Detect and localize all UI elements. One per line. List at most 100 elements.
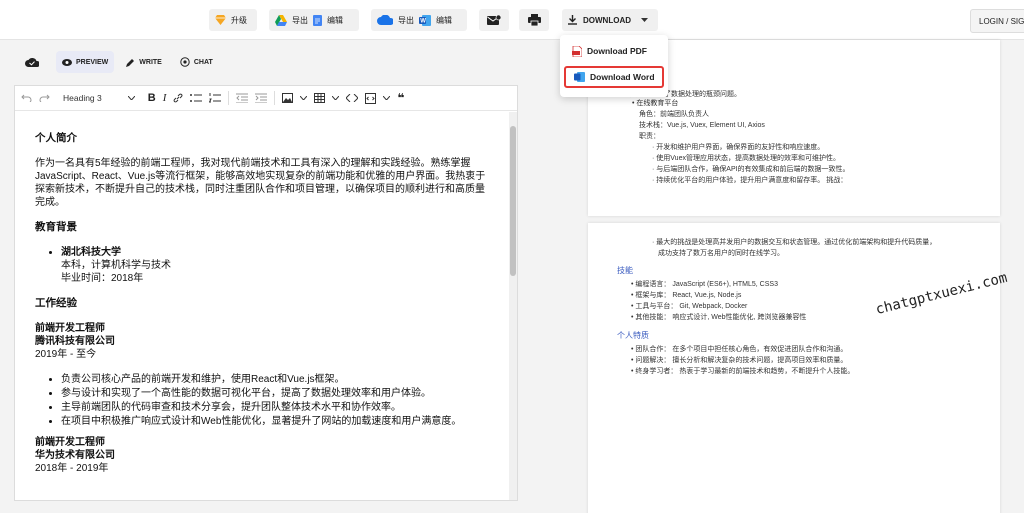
- word-icon: W: [419, 14, 431, 26]
- preview-line: 职责：: [639, 133, 660, 140]
- preview-line: • 终身学习者： 热衷于学习最新的前端技术和趋势，不断提升个人技能。: [631, 368, 855, 375]
- print-button[interactable]: [519, 9, 549, 31]
- list-item: 在项目中积极推广响应式设计和Web性能优化，显著提升了网站的加载速度和用户满意度…: [61, 415, 490, 428]
- preview-traits-heading: 个人特质: [617, 331, 649, 340]
- list-item: 湖北科技大学 本科，计算机科学与技术 毕业时间：2018年: [61, 246, 490, 285]
- login-signup-button[interactable]: LOGIN / SIGN UP: [970, 9, 1024, 33]
- scrollbar-thumb[interactable]: [510, 126, 516, 276]
- list-item: 负责公司核心产品的前端开发和维护，使用React和Vue.js框架。: [61, 373, 490, 386]
- toolbar-divider: [274, 91, 276, 105]
- preview-line: · 与后端团队合作，确保API的有效集成和前后端的数据一致性。: [652, 166, 850, 173]
- chevron-down-icon[interactable]: [383, 96, 391, 100]
- editor-scrollbar[interactable]: [509, 112, 517, 500]
- pencil-icon: [126, 58, 135, 67]
- table-icon[interactable]: [314, 93, 326, 103]
- google-drive-group: 导出 编辑: [269, 9, 359, 31]
- onedrive-group: 导出 W 编辑: [371, 9, 467, 31]
- drive-edit-button[interactable]: 编辑: [327, 15, 343, 26]
- code-block-icon[interactable]: [365, 92, 377, 104]
- heading-select[interactable]: Heading 3: [63, 93, 135, 103]
- drive-export-button[interactable]: 导出: [292, 15, 308, 26]
- code-icon[interactable]: [346, 94, 359, 102]
- onedrive-export-button[interactable]: 导出: [398, 15, 414, 26]
- mail-send-icon: [487, 14, 501, 26]
- intro-heading: 个人简介: [35, 132, 77, 144]
- preview-line: · 使用Vuex管理应用状态，提高数据处理的效率和可维护性。: [652, 155, 840, 162]
- outdent-icon[interactable]: [236, 93, 249, 103]
- preview-line: · 开发和维护用户界面，确保界面的友好性和响应速度。: [652, 144, 825, 151]
- job2-title: 前端开发工程师: [35, 437, 105, 448]
- download-button[interactable]: DOWNLOAD: [562, 9, 658, 31]
- chat-ai-icon: [180, 57, 190, 67]
- download-word-item[interactable]: Download Word: [564, 66, 664, 88]
- list-item: 主导前端团队的代码审查和技术分享会，提升团队整体技术水平和协作效率。: [61, 401, 490, 414]
- onedrive-cloud-icon: [377, 15, 393, 25]
- diamond-icon: [215, 15, 226, 25]
- mode-bar: PREVIEW WRITE CHAT: [14, 50, 219, 74]
- chevron-down-icon[interactable]: [300, 96, 308, 100]
- docs-icon: [313, 14, 322, 26]
- link-icon[interactable]: [173, 93, 183, 103]
- italic-icon[interactable]: I: [163, 92, 167, 104]
- markdown-editor: Heading 3 B I ❝ 个人简介 作为一名具有5年经验的前端工程师，我对…: [14, 85, 518, 501]
- job1-title: 前端开发工程师: [35, 323, 105, 334]
- preview-line: • 其他技能： 响应式设计, Web性能优化, 跨浏览器兼容性: [631, 314, 807, 321]
- preview-line: 角色：前端团队负责人: [639, 111, 709, 118]
- degree: 本科，计算机科学与技术: [61, 260, 171, 271]
- education-list: 湖北科技大学 本科，计算机科学与技术 毕业时间：2018年: [61, 246, 490, 285]
- education-heading: 教育背景: [35, 221, 77, 233]
- tab-write[interactable]: WRITE: [120, 51, 168, 73]
- undo-icon[interactable]: [21, 94, 32, 102]
- preview-line: 技术栈：Vue.js, Vuex, Element UI, Axios: [639, 122, 765, 129]
- preview-line: • 在线教育平台: [632, 100, 679, 107]
- bullet-list-icon[interactable]: [190, 93, 203, 103]
- google-drive-icon: [275, 14, 287, 26]
- top-toolbar: 升级 导出 编辑 导出 W 编辑 DOWNLOAD LOGIN / SIG: [0, 0, 1024, 40]
- preview-line: • 框架与库： React, Vue.js, Node.js: [631, 292, 742, 299]
- intro-paragraph: 作为一名具有5年经验的前端工程师，我对现代前端技术和工具有深入的理解和实践经验。…: [35, 158, 486, 208]
- job2-company: 华为技术有限公司: [35, 450, 115, 461]
- quote-icon[interactable]: ❝: [397, 91, 404, 105]
- job1-duties: 负责公司核心产品的前端开发和维护，使用React和Vue.js框架。 参与设计和…: [61, 373, 490, 428]
- bold-icon[interactable]: B: [148, 92, 156, 104]
- preview-line: 成功支持了数万名用户的同时在线学习。: [658, 250, 784, 257]
- preview-line: · 持续优化平台的用户体验，提升用户满意度和留存率。 挑战：: [652, 177, 848, 184]
- email-button[interactable]: [479, 9, 509, 31]
- school-name: 湖北科技大学: [61, 247, 121, 258]
- preview-line: • 团队合作： 在多个项目中担任核心角色，有效促进团队合作和沟通。: [631, 346, 848, 353]
- work-heading: 工作经验: [35, 297, 77, 309]
- word-icon: [574, 72, 585, 82]
- job1-company: 腾讯科技有限公司: [35, 336, 115, 347]
- tab-preview[interactable]: PREVIEW: [56, 51, 115, 73]
- download-pdf-item[interactable]: Download PDF: [564, 40, 664, 62]
- tab-chat[interactable]: CHAT: [174, 51, 219, 73]
- redo-icon[interactable]: [39, 94, 50, 102]
- eye-icon: [62, 58, 72, 66]
- editor-content[interactable]: 个人简介 作为一名具有5年经验的前端工程师，我对现代前端技术和工具有深入的理解和…: [35, 132, 490, 475]
- cloud-save-button[interactable]: [14, 51, 50, 73]
- preview-skills-heading: 技能: [617, 266, 633, 275]
- download-icon: [568, 15, 577, 25]
- image-icon[interactable]: [282, 93, 294, 103]
- toolbar-divider: [228, 91, 230, 105]
- cloud-check-icon: [25, 57, 39, 67]
- indent-icon[interactable]: [255, 93, 268, 103]
- chevron-down-icon: [127, 96, 135, 100]
- preview-line: • 工具与平台： Git, Webpack, Docker: [631, 303, 748, 310]
- editor-toolbar: Heading 3 B I ❝: [15, 86, 517, 111]
- job1-period: 2019年 - 至今: [35, 349, 97, 360]
- download-menu: Download PDF Download Word: [560, 35, 668, 97]
- graduation-date: 毕业时间：2018年: [61, 273, 144, 284]
- svg-text:W: W: [420, 18, 426, 24]
- job2-period: 2018年 - 2019年: [35, 463, 109, 474]
- onedrive-edit-button[interactable]: 编辑: [436, 15, 452, 26]
- printer-icon: [527, 14, 541, 26]
- preview-line: • 问题解决： 擅长分析和解决复杂的技术问题，提高项目效率和质量。: [631, 357, 848, 364]
- caret-down-icon: [641, 18, 648, 22]
- numbered-list-icon[interactable]: [209, 93, 222, 103]
- list-item: 参与设计和实现了一个高性能的数据可视化平台，提高了数据处理效率和用户体验。: [61, 387, 490, 400]
- preview-line: • 编程语言： JavaScript (ES6+), HTML5, CSS3: [631, 281, 778, 288]
- pdf-icon: [572, 45, 582, 57]
- upgrade-button[interactable]: 升级: [209, 9, 257, 31]
- chevron-down-icon[interactable]: [332, 96, 340, 100]
